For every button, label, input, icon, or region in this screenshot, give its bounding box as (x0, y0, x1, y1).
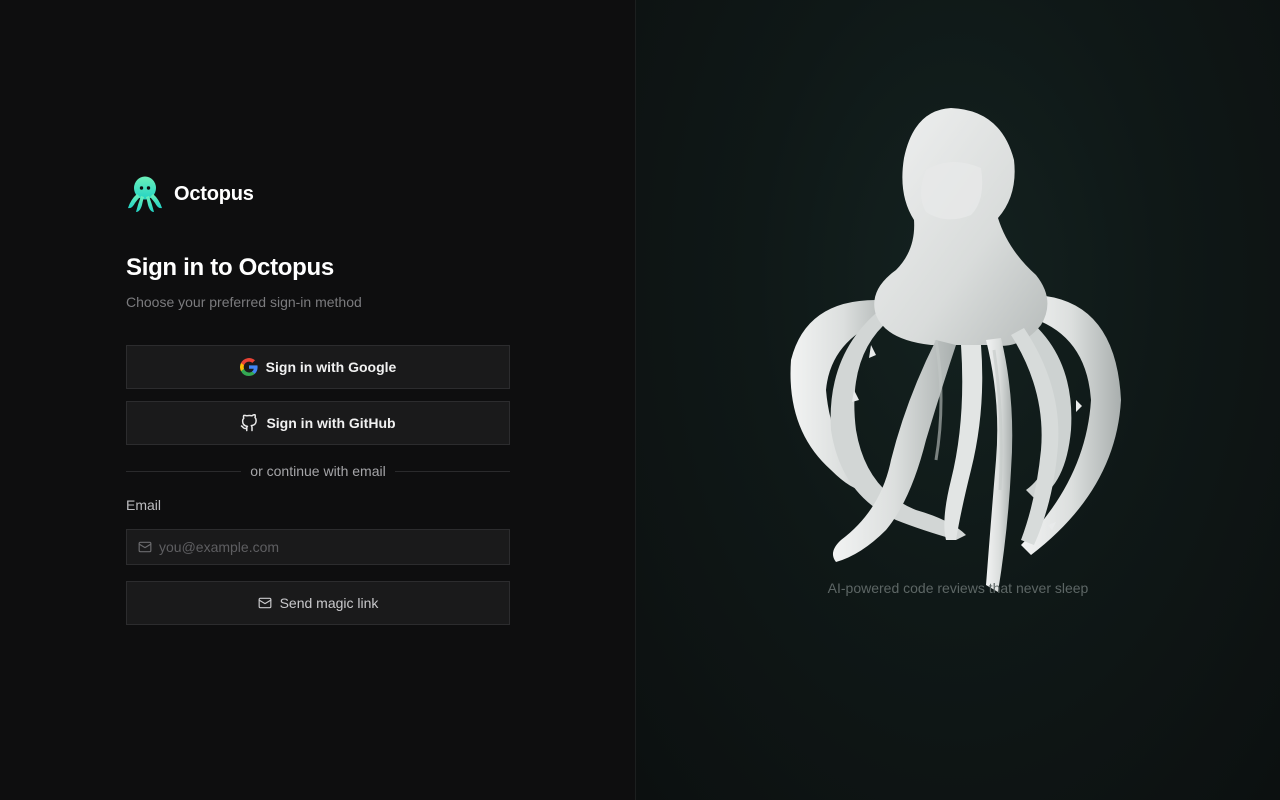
brand: Octopus (126, 174, 254, 214)
page-subtitle: Choose your preferred sign-in method (126, 294, 362, 310)
page-title: Sign in to Octopus (126, 254, 334, 281)
google-signin-button[interactable]: Sign in with Google (126, 345, 510, 389)
mail-icon (258, 596, 272, 610)
hero-tagline: AI-powered code reviews that never sleep (827, 580, 1089, 596)
divider-line-left (126, 470, 242, 472)
octopus-3d-illustration (790, 108, 1121, 592)
google-signin-label: Sign in with Google (265, 359, 397, 375)
github-signin-label: Sign in with GitHub (266, 415, 396, 431)
email-field[interactable] (126, 529, 510, 565)
send-magic-link-label: Send magic link (279, 595, 379, 611)
github-signin-button[interactable]: Sign in with GitHub (126, 401, 510, 445)
divider-text: or continue with email (250, 463, 386, 479)
hero-panel: AI-powered code reviews that never sleep (636, 0, 1280, 800)
google-icon (239, 358, 258, 376)
or-divider: or continue with email (126, 461, 510, 481)
send-magic-link-button[interactable]: Send magic link (126, 581, 510, 625)
divider-line-right (394, 470, 510, 472)
mail-icon (138, 540, 152, 554)
email-input[interactable] (159, 539, 509, 555)
email-label: Email (126, 497, 162, 513)
brand-name: Octopus (174, 182, 254, 205)
octopus-logo-icon (128, 176, 162, 212)
github-icon (240, 414, 258, 432)
signin-panel: Octopus Sign in to Octopus Choose your p… (0, 0, 635, 800)
